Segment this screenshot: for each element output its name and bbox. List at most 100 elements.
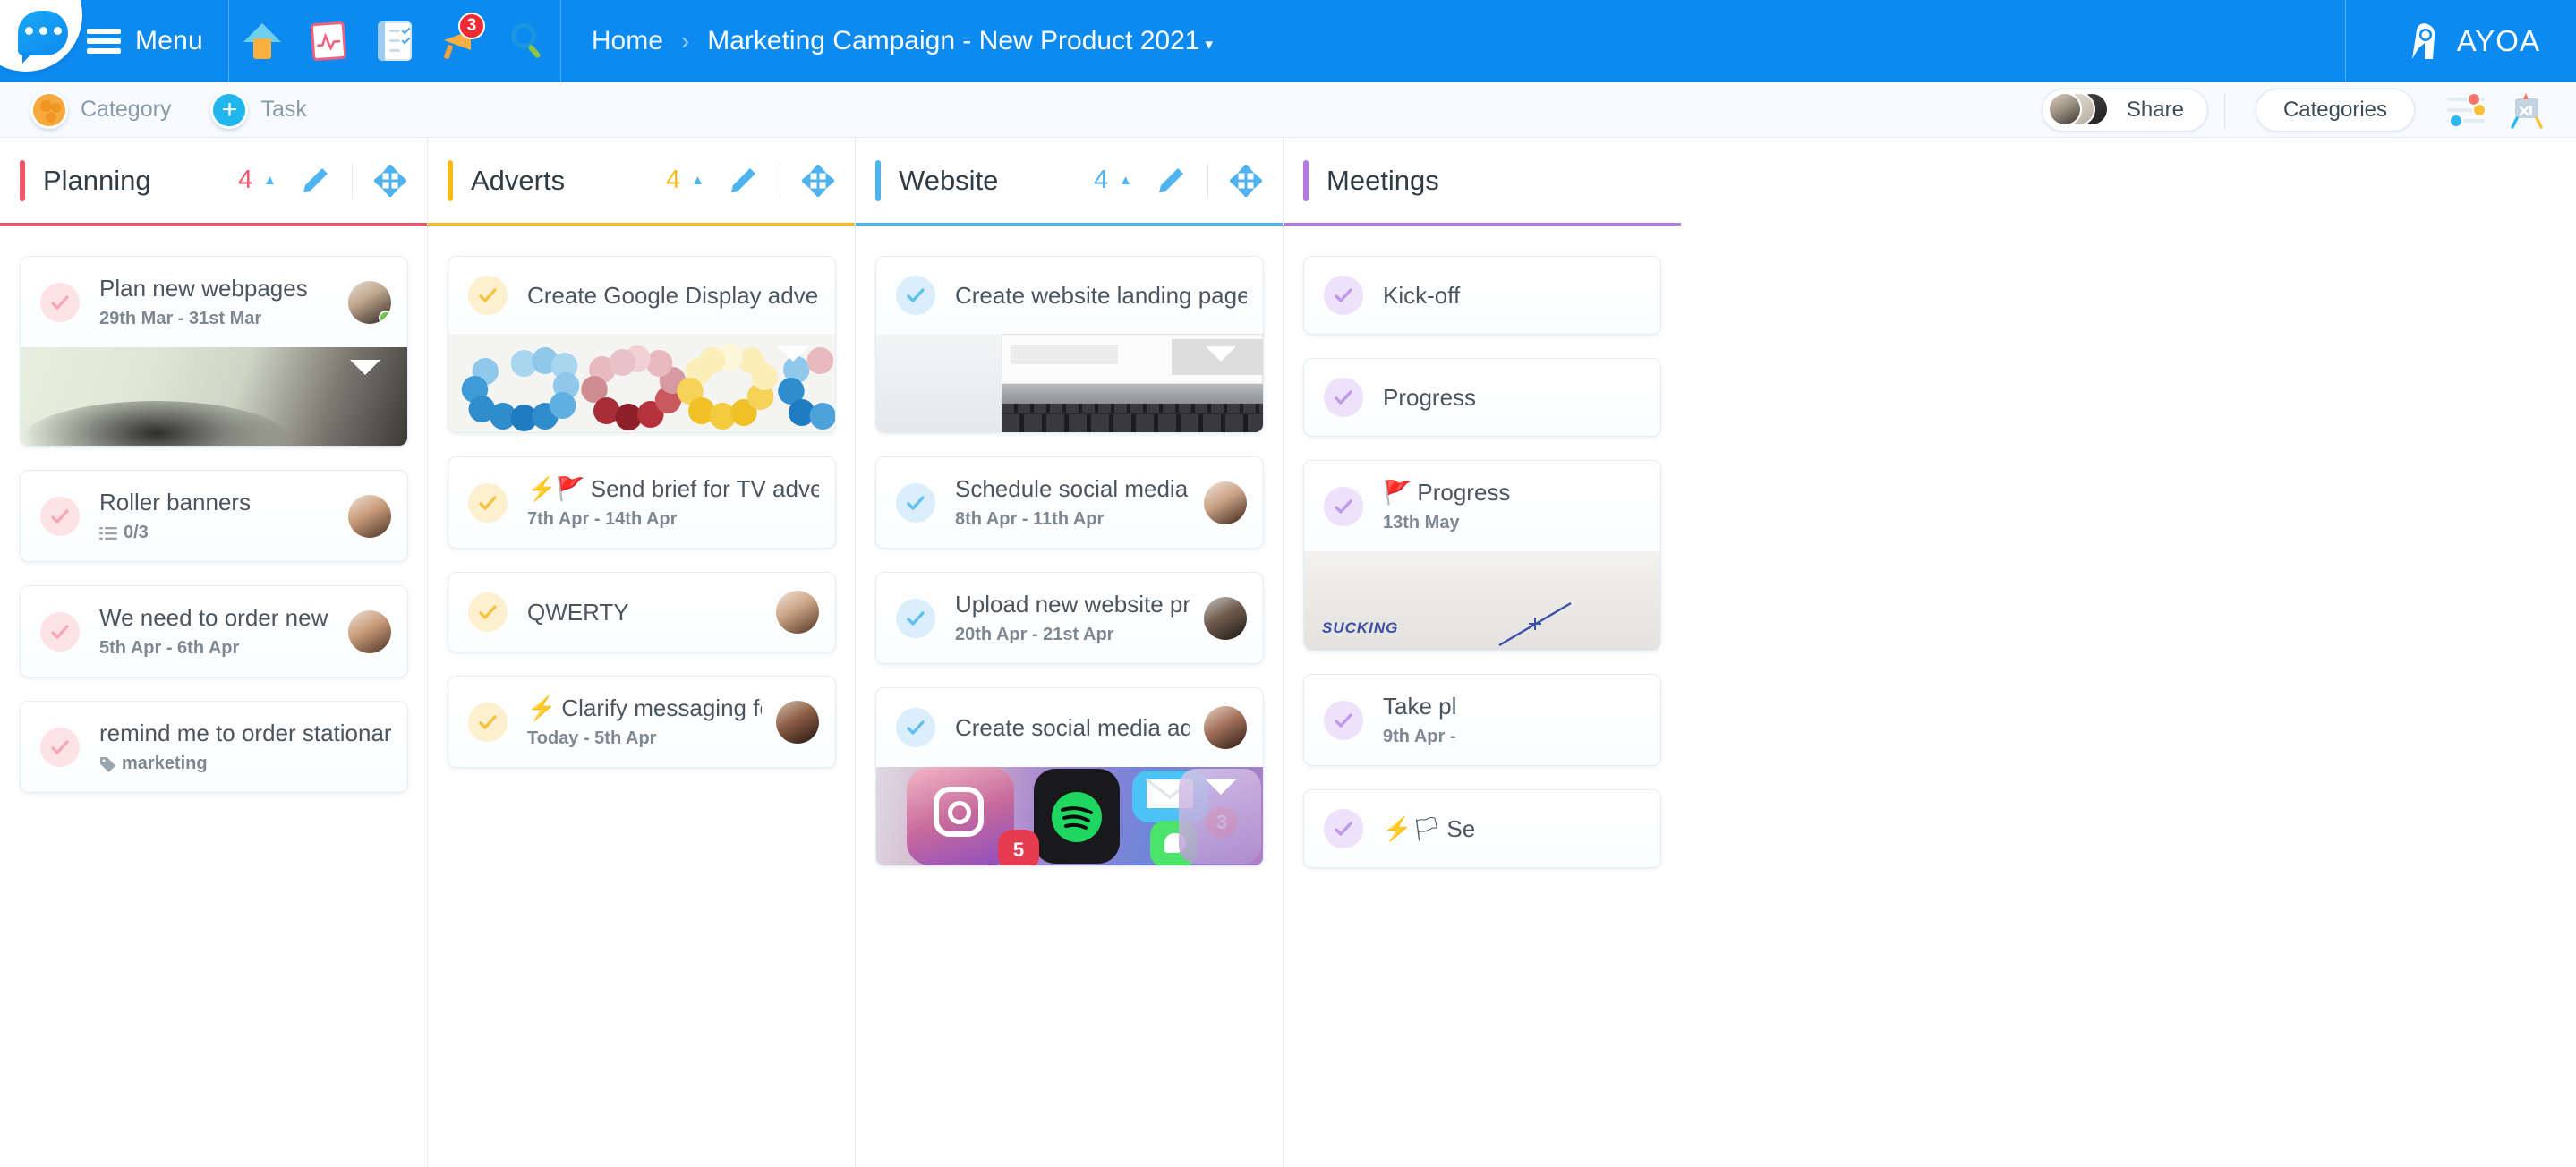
task-check-icon[interactable] [1324,276,1363,315]
brand-logo[interactable]: AYOA [2403,0,2540,82]
breadcrumb-current-label: Marketing Campaign - New Product 2021 [707,26,1200,55]
task-check-icon[interactable] [40,282,80,322]
badge: 5 [998,830,1039,865]
avatar[interactable] [1204,481,1247,524]
task-dates: 7th Apr - 14th Apr [527,509,678,529]
avatar[interactable] [1204,706,1247,749]
task-card[interactable]: Roller banners 0/3 [20,470,408,562]
task-card[interactable]: ⚡🏳 Se [1303,789,1661,868]
task-card[interactable]: ⚡🚩 Send brief for TV advert 7th Apr - 14t… [448,456,836,549]
task-check-icon[interactable] [468,702,508,742]
priority-emoji: ⚡🏳 [1383,814,1442,842]
card-expand-caret-icon[interactable] [350,360,380,375]
avatar[interactable] [776,591,819,634]
task-card[interactable]: 🚩 Progress 13th May SUCKING [1303,460,1661,651]
priority-emoji: ⚡ [527,694,557,721]
task-check-icon[interactable] [1324,809,1363,848]
board-column-adverts: Adverts 4 ▲ Create Google Display advert… [428,138,856,1167]
task-card[interactable]: Upload new website product listings 20th… [875,572,1264,664]
breadcrumb-current-board[interactable]: Marketing Campaign - New Product 2021 ▾ [707,26,1213,56]
task-check-icon[interactable] [40,496,80,536]
task-check-icon[interactable] [468,592,508,632]
task-title: Kick-off [1383,281,1461,309]
avatar[interactable] [776,700,819,744]
task-cover-image: SUCKING [1304,551,1660,650]
move-icon[interactable] [800,163,836,198]
task-cover-image [448,334,835,432]
task-card[interactable]: QWERTY [448,572,836,652]
task-check-icon[interactable] [40,611,80,652]
board-toolbar: Category + Task Share Categories [0,82,2576,138]
sliders-icon[interactable] [2447,91,2486,128]
add-category-label: Category [81,97,172,122]
task-check-icon[interactable] [1324,378,1363,417]
hamburger-icon [87,29,121,54]
whiteboard-tools-icon[interactable] [2506,91,2546,129]
task-cover-image: 3 5 [876,767,1263,865]
pencil-icon[interactable] [300,166,330,196]
search-button[interactable] [494,0,560,82]
move-icon[interactable] [1228,163,1264,198]
notifications-button[interactable]: 3 [428,0,494,82]
task-check-icon[interactable] [896,276,935,315]
task-card[interactable]: Progress [1303,358,1661,437]
task-card[interactable]: Create Google Display adverts [448,256,836,433]
tasks-button[interactable] [362,0,428,82]
avatar[interactable] [348,494,391,538]
task-check-icon[interactable] [896,708,935,747]
topbar-icon-strip: 3 [229,0,560,82]
task-card[interactable]: Create website landing pages x3 [875,256,1264,433]
pencil-icon[interactable] [728,166,758,196]
task-title: 🚩 Progress [1383,479,1644,507]
task-card[interactable]: Kick-off [1303,256,1661,335]
column-title: Website [899,164,999,196]
home-button[interactable] [229,0,295,82]
checklist-icon [377,21,412,61]
task-card[interactable]: ⚡Clarify messaging for campaign Today - … [448,676,836,768]
collapse-caret-icon[interactable]: ▲ [1119,173,1132,188]
task-card[interactable]: Take pl 9th Apr - [1303,674,1661,766]
task-dates: 9th Apr - [1383,727,1456,746]
add-task-button[interactable]: + Task [210,90,307,129]
task-check-icon[interactable] [896,598,935,638]
task-title: Take pl [1383,693,1457,720]
pencil-icon[interactable] [1156,166,1186,196]
menu-button[interactable]: Menu [87,0,228,82]
avatar[interactable] [348,280,391,324]
task-card[interactable]: Create social media adverts [875,687,1264,866]
toolbar-right-group: Share Categories [2041,88,2576,132]
collapse-caret-icon[interactable]: ▲ [691,173,704,188]
task-title: Schedule social media posts [955,475,1190,502]
divider [2345,0,2346,82]
avatar[interactable] [1204,596,1247,640]
task-card[interactable]: We need to order new business cards 5th … [20,585,408,677]
task-check-icon[interactable] [40,727,80,767]
task-card[interactable]: Plan new webpages 29th Mar - 31st Mar [20,256,408,447]
add-category-button[interactable]: Category [30,90,172,129]
task-card[interactable]: Schedule social media posts 8th Apr - 11… [875,456,1264,549]
priority-emoji: 🚩 [1383,479,1412,506]
breadcrumb-home-link[interactable]: Home [592,26,663,56]
board-column-planning: Planning 4 ▲ Plan new webpages 29th Mar … [0,138,428,1167]
task-check-icon[interactable] [1324,486,1363,526]
chat-button[interactable] [0,0,82,72]
task-check-icon[interactable] [468,482,508,523]
task-check-icon[interactable] [468,276,508,315]
card-expand-caret-icon[interactable] [1206,779,1236,795]
avatar[interactable] [348,609,391,653]
categories-button[interactable]: Categories [2255,88,2415,132]
planner-button[interactable] [295,0,362,82]
task-check-icon[interactable] [1324,700,1363,740]
card-expand-caret-icon[interactable] [1206,346,1236,362]
move-icon[interactable] [372,163,408,198]
categories-label: Categories [2282,97,2387,122]
card-expand-caret-icon[interactable] [778,346,808,362]
task-title: ⚡🚩 Send brief for TV advert [527,475,819,503]
task-title-text: Progress [1417,479,1511,506]
share-button[interactable]: Share [2041,88,2208,132]
task-check-icon[interactable] [896,482,935,523]
task-card[interactable]: remind me to order stationary marketing [20,701,408,793]
collapse-caret-icon[interactable]: ▲ [263,173,277,188]
column-card-list: Kick-off Progress 🚩 Progress 13th May SU… [1284,226,1681,868]
task-checklist-progress: 0/3 [99,523,334,543]
